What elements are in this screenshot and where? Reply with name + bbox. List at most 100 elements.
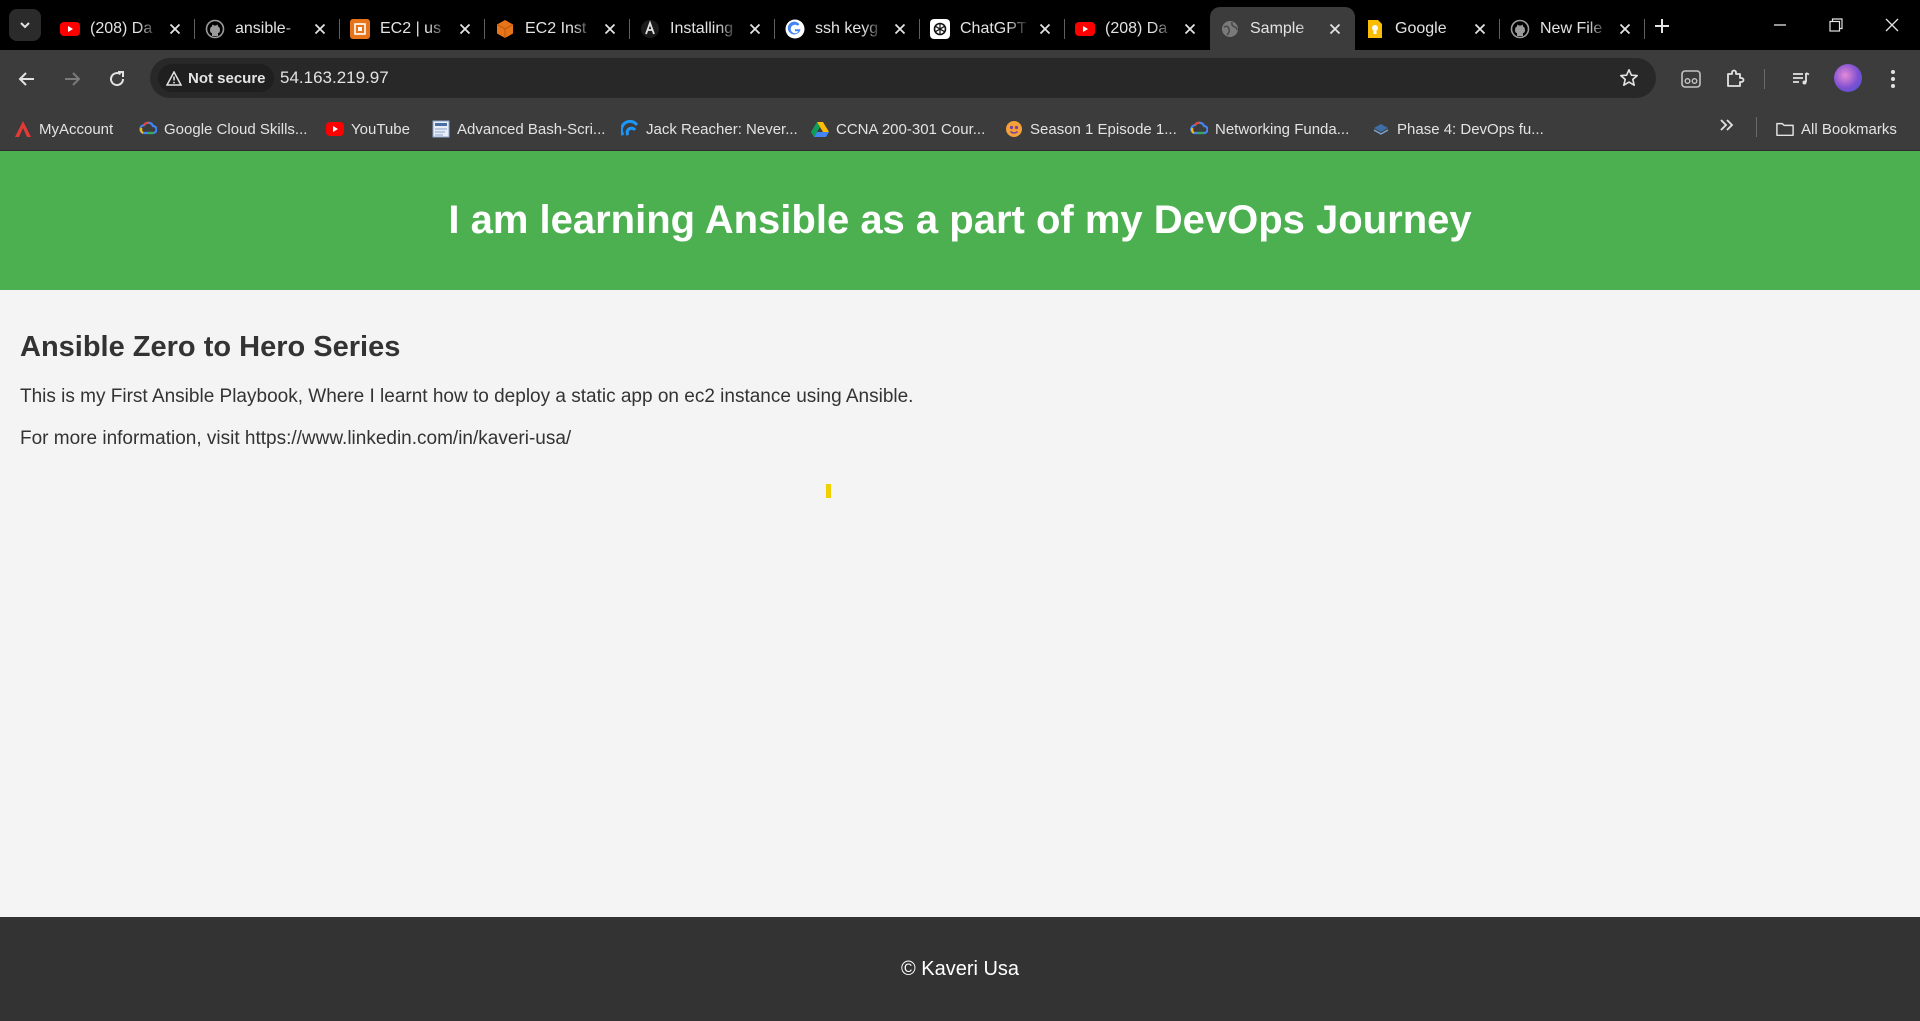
tab-close-button[interactable] bbox=[1470, 19, 1490, 39]
tab-list: (208) Da ansible- EC2 | us EC2 Inst Installi… bbox=[50, 7, 1645, 50]
bookmark-networking-funda[interactable]: Networking Funda... bbox=[1190, 117, 1349, 141]
tab-4[interactable]: EC2 Inst bbox=[485, 7, 630, 50]
bookmark-youtube[interactable]: YouTube bbox=[326, 117, 410, 141]
site-header: I am learning Ansible as a part of my De… bbox=[0, 151, 1920, 290]
back-button[interactable] bbox=[12, 64, 42, 94]
close-icon bbox=[1474, 23, 1486, 34]
bookmark-label: Jack Reacher: Never... bbox=[646, 120, 798, 138]
bookmark-label: Advanced Bash-Scri... bbox=[457, 120, 606, 138]
all-bookmarks-button[interactable]: All Bookmarks bbox=[1776, 117, 1897, 141]
tab-title: New File bbox=[1540, 19, 1603, 37]
security-label: Not secure bbox=[188, 69, 266, 87]
tab-title: EC2 Inst bbox=[525, 19, 587, 37]
tab-strip: (208) Da ansible- EC2 | us EC2 Inst Installi… bbox=[0, 0, 1920, 50]
tab-close-button[interactable] bbox=[745, 19, 765, 39]
new-tab-button[interactable] bbox=[1648, 12, 1676, 40]
main-content: Ansible Zero to Hero Series This is my F… bbox=[20, 331, 913, 470]
more-bookmarks-button[interactable] bbox=[1714, 112, 1740, 138]
tab-search-button[interactable] bbox=[9, 9, 41, 41]
tab-3[interactable]: EC2 | us bbox=[340, 7, 485, 50]
bookmark-season-1[interactable]: Season 1 Episode 1... bbox=[1005, 117, 1177, 141]
google-cloud-icon bbox=[139, 120, 157, 138]
tab-10[interactable]: Google bbox=[1355, 7, 1500, 50]
extension-button[interactable] bbox=[1676, 64, 1706, 94]
warning-icon bbox=[166, 70, 182, 86]
forward-button[interactable] bbox=[57, 64, 87, 94]
close-icon bbox=[1619, 23, 1631, 34]
arrow-left-icon bbox=[18, 72, 34, 86]
close-icon bbox=[1329, 23, 1341, 34]
tab-close-button[interactable] bbox=[1180, 19, 1200, 39]
close-icon bbox=[604, 23, 616, 34]
close-icon bbox=[894, 23, 906, 34]
tab-title: (208) Da bbox=[90, 19, 153, 37]
close-window-button[interactable] bbox=[1864, 0, 1920, 50]
tab-title: (208) Da bbox=[1105, 19, 1168, 37]
bookmark-label: Season 1 Episode 1... bbox=[1030, 120, 1177, 138]
ansible-icon bbox=[640, 19, 660, 39]
tab-5[interactable]: Installing bbox=[630, 7, 775, 50]
bookmark-google-cloud-skills[interactable]: Google Cloud Skills... bbox=[139, 117, 307, 141]
tab-close-button[interactable] bbox=[165, 19, 185, 39]
url-text[interactable]: 54.163.219.97 bbox=[280, 68, 389, 88]
tab-1[interactable]: (208) Da bbox=[50, 7, 195, 50]
info-paragraph: For more information, visit https://www.… bbox=[20, 428, 572, 449]
tab-11[interactable]: New File bbox=[1500, 7, 1645, 50]
tab-close-button[interactable] bbox=[600, 19, 620, 39]
star-icon bbox=[1620, 69, 1638, 86]
tab-close-button[interactable] bbox=[1325, 19, 1345, 39]
tab-close-button[interactable] bbox=[1615, 19, 1635, 39]
bookmark-star-button[interactable] bbox=[1618, 67, 1640, 89]
media-controls-button[interactable] bbox=[1786, 64, 1816, 94]
tab-9[interactable]: Sample bbox=[1210, 7, 1355, 50]
address-bar[interactable]: Not secure 54.163.219.97 bbox=[150, 58, 1656, 98]
devops-icon bbox=[1372, 120, 1390, 138]
tab-close-button[interactable] bbox=[455, 19, 475, 39]
close-icon bbox=[1039, 23, 1051, 34]
double-chevron-right-icon bbox=[1720, 119, 1734, 131]
youtube-icon bbox=[1075, 19, 1095, 39]
bookmark-advanced-bash[interactable]: Advanced Bash-Scri... bbox=[432, 117, 605, 141]
document-icon bbox=[432, 120, 450, 138]
tab-close-button[interactable] bbox=[310, 19, 330, 39]
profile-avatar[interactable] bbox=[1834, 64, 1862, 92]
bookmark-label: Networking Funda... bbox=[1215, 120, 1350, 138]
extensions-menu-button[interactable] bbox=[1720, 64, 1750, 94]
reload-button[interactable] bbox=[102, 64, 132, 94]
folder-icon bbox=[1776, 120, 1794, 138]
bookmark-ccna[interactable]: CCNA 200-301 Cour... bbox=[811, 117, 985, 141]
google-cloud-icon bbox=[1190, 120, 1208, 138]
reload-icon bbox=[110, 71, 125, 87]
myaccount-icon bbox=[14, 120, 32, 138]
security-chip[interactable]: Not secure bbox=[158, 64, 274, 92]
tab-7[interactable]: ChatGPT bbox=[920, 7, 1065, 50]
toolbar-divider bbox=[1764, 69, 1765, 89]
tab-close-button[interactable] bbox=[1035, 19, 1055, 39]
tab-2[interactable]: ansible- bbox=[195, 7, 340, 50]
bookmark-label: MyAccount bbox=[39, 120, 114, 138]
more-vertical-icon bbox=[1891, 70, 1895, 88]
bookmarks-bar: MyAccount Google Cloud Skills... YouTube… bbox=[0, 107, 1920, 151]
bookmark-label: Google Cloud Skills... bbox=[164, 120, 308, 138]
restore-button[interactable] bbox=[1808, 0, 1864, 50]
footer-text: © Kaveri Usa bbox=[900, 957, 1020, 980]
minimize-button[interactable] bbox=[1752, 0, 1808, 50]
globe-icon bbox=[1220, 19, 1240, 39]
tab-6[interactable]: ssh keyg bbox=[775, 7, 920, 50]
bookmark-jack-reacher[interactable]: Jack Reacher: Never... bbox=[621, 117, 798, 141]
browser-menu-button[interactable] bbox=[1878, 64, 1908, 94]
arrow-right-icon bbox=[65, 72, 81, 86]
close-icon bbox=[169, 23, 181, 34]
tab-title: Sample bbox=[1250, 19, 1305, 37]
tab-close-button[interactable] bbox=[890, 19, 910, 39]
close-icon bbox=[1885, 18, 1899, 32]
bookmark-myaccount[interactable]: MyAccount bbox=[14, 117, 113, 141]
github-icon bbox=[205, 19, 225, 39]
all-bookmarks-label: All Bookmarks bbox=[1801, 120, 1897, 138]
puzzle-icon bbox=[1727, 69, 1745, 87]
bookmark-label: Phase 4: DevOps fu... bbox=[1397, 120, 1544, 138]
bookmark-phase-4-devops[interactable]: Phase 4: DevOps fu... bbox=[1372, 117, 1544, 141]
google-icon bbox=[785, 19, 805, 39]
tab-8[interactable]: (208) Da bbox=[1065, 7, 1210, 50]
tab-title: ChatGPT bbox=[960, 19, 1027, 37]
